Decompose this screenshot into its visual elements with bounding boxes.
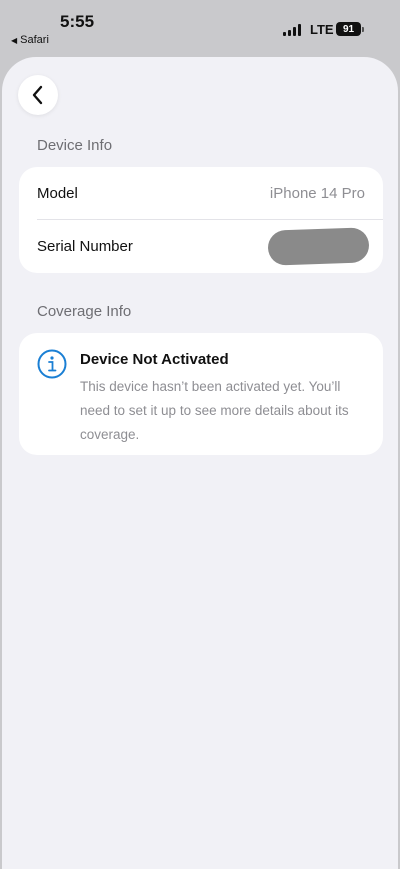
serial-number-label: Serial Number xyxy=(37,238,133,255)
status-time: 5:55 xyxy=(60,12,95,31)
coverage-info-card: Device Not Activated This device hasn’t … xyxy=(19,333,383,455)
status-bar: 5:55 ◀ Safari LTE 91 xyxy=(0,0,400,56)
screen: 5:55 ◀ Safari LTE 91 Device Info Model i… xyxy=(0,0,400,869)
device-details-sheet: Device Info Model iPhone 14 Pro Serial N… xyxy=(2,57,398,869)
serial-number-row: Serial Number xyxy=(19,220,383,273)
serial-number-redaction xyxy=(267,227,370,266)
network-type: LTE xyxy=(310,22,334,37)
back-triangle-icon: ◀ xyxy=(11,35,18,45)
back-to-app-link[interactable]: ◀ Safari xyxy=(11,34,49,46)
model-row: Model iPhone 14 Pro xyxy=(19,167,383,220)
back-app-label: Safari xyxy=(20,34,49,46)
chevron-left-icon xyxy=(32,85,43,105)
back-button[interactable] xyxy=(18,75,58,115)
model-value: iPhone 14 Pro xyxy=(269,185,365,202)
battery-level: 91 xyxy=(336,22,361,36)
model-label: Model xyxy=(37,185,78,202)
battery-icon: 91 xyxy=(336,22,364,36)
info-circle-icon xyxy=(37,349,67,379)
cellular-signal-icon xyxy=(283,24,301,36)
coverage-status-title: Device Not Activated xyxy=(80,351,229,368)
coverage-status-description: This device hasn’t been activated yet. Y… xyxy=(80,379,349,442)
coverage-info-heading: Coverage Info xyxy=(37,303,132,320)
device-info-card: Model iPhone 14 Pro Serial Number xyxy=(19,167,383,273)
device-info-heading: Device Info xyxy=(37,137,113,154)
